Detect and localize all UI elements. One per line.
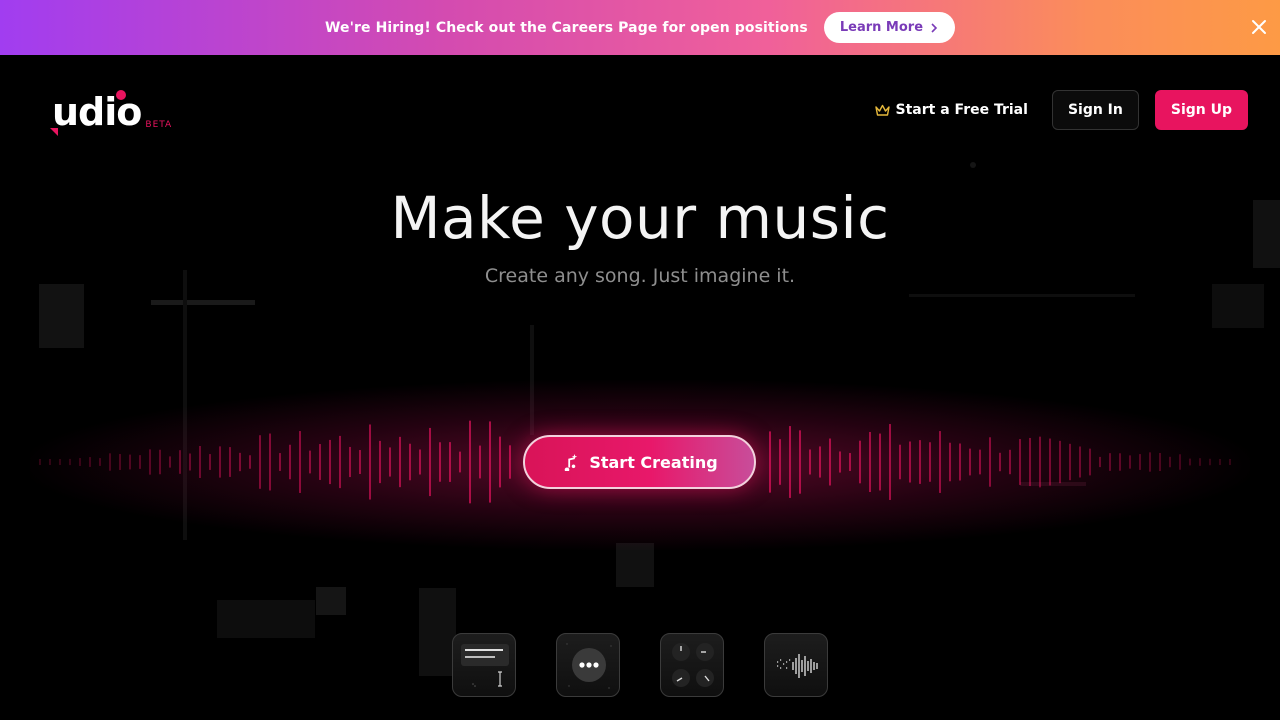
feature-tiles	[452, 633, 828, 697]
knobs-icon	[672, 643, 714, 687]
music-note-sparkle-icon	[565, 454, 578, 471]
text-input-icon	[461, 644, 509, 687]
feature-tile-audio[interactable]	[764, 633, 828, 697]
feature-tile-controls[interactable]	[660, 633, 724, 697]
chat-bubble-icon	[566, 643, 612, 689]
feature-tile-chat[interactable]	[556, 633, 620, 697]
waveform-icon	[777, 654, 818, 678]
start-creating-button[interactable]: Start Creating	[523, 435, 756, 489]
waveform-graphic	[39, 420, 1231, 504]
start-creating-label: Start Creating	[589, 452, 718, 472]
feature-tile-lyrics[interactable]	[452, 633, 516, 697]
